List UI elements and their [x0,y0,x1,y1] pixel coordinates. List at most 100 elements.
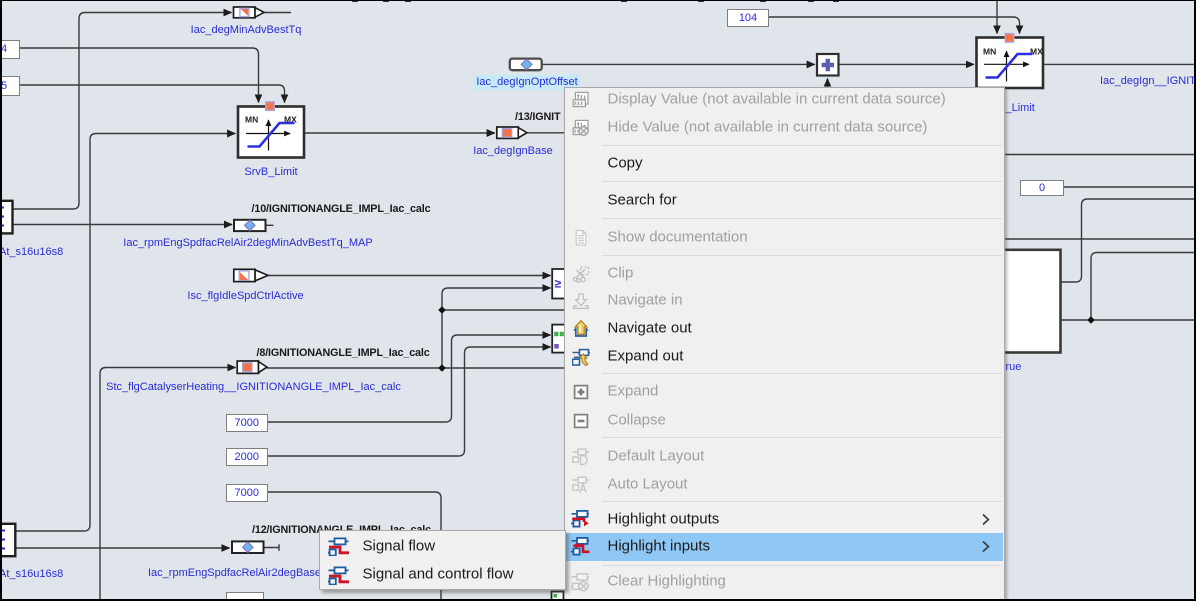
port-isc-flgidlespdctrlactive[interactable] [234,269,268,281]
cut-text-fragment [405,0,411,2]
menu-item-expand-out[interactable]: Expand out [566,343,1003,371]
lbl-limit-fragment[interactable]: _Limit [1006,102,1035,115]
block-sum[interactable] [817,54,839,76]
wire-const4-to-srvb-top [18,48,259,103]
const-2000[interactable]: 2000 [226,448,268,467]
context-menu: Display Value (not available in current … [564,87,1005,601]
cut-text-fragment [352,0,358,2]
lbl-at-s16u16s8-bottom[interactable]: At_s16u16s8 [0,568,63,581]
lbl-isc-flgidlespdctrlactive[interactable]: Isc_flgIdleSpdCtrlActive [187,290,303,303]
const-partial-bottom[interactable] [226,592,264,601]
menu-item-default-layout[interactable]: Default Layout [566,443,1003,471]
wire-2000 [266,347,551,456]
lbl-iac-degminadvbesttq[interactable]: Iac_degMinAdvBestTq [191,24,302,37]
menu-item-navigate-out[interactable]: Navigate out [566,315,1003,343]
lbl-path10: /10/IGNITIONANGLE_IMPL_Iac_calc [252,203,431,216]
block-bigbox[interactable] [1000,250,1061,353]
auto-layout-icon [570,474,592,496]
submenu-item-signal-flow[interactable]: Signal flow [321,533,564,561]
navigate-in-icon [570,290,592,312]
lbl-stc-flgcatalyserheating[interactable]: Stc_flgCatalyserHeating__IGNITIONANGLE_I… [106,381,401,394]
block-fragment-bottom [552,592,564,601]
block-limiter2[interactable]: MN MX [977,34,1044,88]
menu-separator [602,373,1002,374]
menu-separator [602,145,1002,146]
port-iac-degignbase[interactable] [497,127,527,138]
const-4[interactable]: 4 [0,40,20,60]
port-iac-degminadvbesttq[interactable] [234,7,265,18]
model-canvas[interactable]: MN MX MN MX ≥ [0,0,1196,601]
menu-item-collapse[interactable]: Collapse [566,407,1003,435]
block-srvb-limit[interactable]: MN MX [238,102,304,158]
menu-item-show-documentation[interactable]: Show documentation [566,224,1003,252]
const-7000b[interactable]: 7000 [226,484,268,503]
cut-text-fragment [808,0,814,2]
submenu-item-signal-and-control-flow[interactable]: Signal and control flow [321,561,564,589]
junction-diamond [1087,316,1095,324]
limiter2-breakpoint-marker [1005,34,1014,43]
signal-flow-icon [328,536,350,558]
highlight-inputs-icon [570,536,592,558]
clip-icon [570,263,592,285]
diagram-shape [255,8,264,18]
menu-separator [602,565,1002,566]
menu-item-highlight-outputs[interactable]: Highlight outputs [566,506,1003,534]
menu-item-search-for[interactable]: Search for [566,187,1003,215]
orange-marker [243,363,252,372]
collapse-icon [570,410,592,432]
menu-item-clear-highlighting[interactable]: Clear Highlighting [566,568,1003,596]
menu-item-expand[interactable]: Expand [566,378,1003,406]
cut-text-fragment [833,0,839,2]
expand-icon [570,381,592,403]
port-iac-degignoptoffset[interactable] [510,59,542,71]
orange-marker [502,129,511,138]
default-layout-icon [570,446,592,468]
menu-item-navigate-in[interactable]: Navigate in [566,287,1003,315]
lbl-iac-rpm-degbase[interactable]: Iac_rpmEngSpdfacRelAir2degBase [148,567,321,580]
lbl-iac-degign-ignit[interactable]: Iac_degIgn__IGNIT [1100,75,1196,88]
const-104[interactable]: 104 [727,9,769,28]
submenu-item-label: Signal and control flow [363,566,514,583]
menu-item-label: Collapse [608,412,666,429]
lbl-iac-degignbase[interactable]: Iac_degIgnBase [473,145,553,158]
menu-item-label: Expand out [608,347,684,364]
menu-separator [602,501,1002,502]
wire-vert-to-port8 [100,368,236,601]
menu-item-clip[interactable]: Clip [566,260,1003,288]
menu-item-hide-value[interactable]: Hide Value (not available in current dat… [566,114,1003,142]
menu-item-label: Clear Highlighting [608,573,726,590]
lbl-srvb-limit[interactable]: SrvB_Limit [244,166,297,179]
junction-diamond [438,306,446,314]
menu-item-highlight-inputs[interactable]: Highlight inputs [566,533,1003,561]
const-5[interactable]: 5 [0,76,20,96]
const-0[interactable]: 0 [1020,180,1064,196]
lbl-iac-rpm-map[interactable]: Iac_rpmEngSpdfacRelAir2degMinAdvBestTq_M… [123,237,372,250]
menu-separator [602,437,1002,438]
wire-104-to-limiter2 [767,17,1020,34]
wire-blk2-to-srvb-left [15,134,235,532]
gte-icon: ≥ [555,277,562,291]
lbl-path13: /13/IGNIT [515,111,560,124]
hide-value-icon [570,117,592,139]
menu-item-label: Highlight outputs [608,510,720,527]
port-stc-flgcatalyserheating[interactable] [237,361,267,373]
menu-item-label: Navigate out [608,319,692,336]
cut-text-fragment [621,0,627,2]
menu-item-label: Auto Layout [608,475,688,492]
wire-port12-stub [264,544,280,551]
port-iac-rpm-map[interactable] [234,220,266,231]
srvb-breakpoint-marker [266,102,275,111]
purple-marker [554,344,559,349]
lbl-true-fragment[interactable]: rue [1006,361,1022,374]
clear-highlighting-icon [570,571,592,593]
menu-item-display-value[interactable]: Display Value (not available in current … [566,86,1003,114]
const-7000a[interactable]: 7000 [226,414,268,433]
limiter2-mn-label: MN [983,47,996,57]
port-iac-rpm-degbase[interactable] [232,541,264,553]
diagram-shape [255,270,268,281]
menu-item-label: Default Layout [608,447,705,464]
menu-item-copy[interactable]: Copy [566,150,1003,178]
lbl-at-s16u16s8-top[interactable]: At_s16u16s8 [0,246,63,259]
highlight-inputs-submenu: Signal flow Signal and control flow [319,530,566,591]
menu-item-auto-layout[interactable]: Auto Layout [566,471,1003,499]
